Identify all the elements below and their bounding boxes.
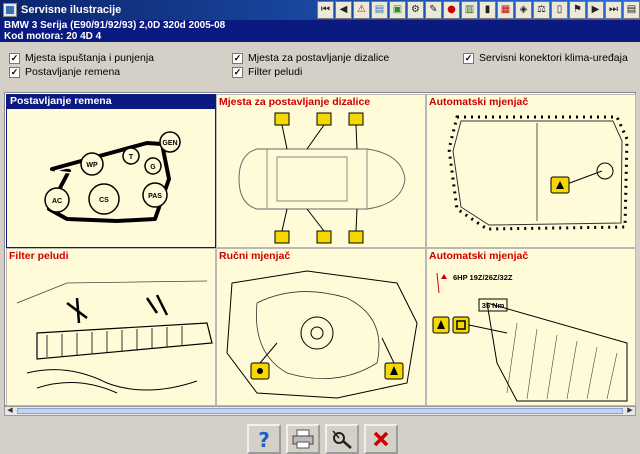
print-icon[interactable]: ▦ xyxy=(497,1,514,19)
gearbox-pan-diagram xyxy=(447,115,629,231)
engine-code: Kod motora: 20 4D 4 xyxy=(4,31,102,42)
checkbox[interactable]: ✓ xyxy=(232,52,243,64)
pulley-t-label: T xyxy=(129,154,134,161)
panel-automatic-gearbox-1[interactable]: Automatski mjenjač xyxy=(426,94,636,248)
option-drain-fill[interactable]: ✓ Mjesta ispuštanja i punjenja xyxy=(9,52,154,64)
last-icon[interactable]: ⏭ xyxy=(605,1,622,19)
next-icon[interactable]: ▶ xyxy=(587,1,604,19)
panel-title: Filter peludi xyxy=(9,250,69,262)
pulley-pas-label: PAS xyxy=(148,193,162,200)
scroll-thumb[interactable] xyxy=(17,408,623,414)
option-label: Servisni konektori klima-uređaja xyxy=(479,52,628,64)
scroll-right-icon[interactable]: ▶ xyxy=(625,407,635,415)
engine-icon[interactable]: ◈ xyxy=(515,1,532,19)
panel-jacking-points[interactable]: Mjesta za postavljanje dizalice xyxy=(216,94,426,248)
option-label: Mjesta za postavljanje dizalice xyxy=(248,52,390,64)
option-label: Mjesta ispuštanja i punjenja xyxy=(25,52,154,64)
close-button[interactable] xyxy=(364,424,398,454)
illustration-grid: Postavljanje remena GEN WP T G AC CS PAS xyxy=(4,92,636,406)
title-bar: Servisne ilustracije ⏮ ◀ ⚠ ▤ ▣ ⚙ ✎ ● ▥ ▮… xyxy=(0,0,640,20)
vehicle-info: BMW 3 Serija (E90/91/92/93) 2,0D 320d 20… xyxy=(0,20,640,42)
toolbar: ⏮ ◀ ⚠ ▤ ▣ ⚙ ✎ ● ▥ ▮ ▦ ◈ ⚖ ▯ ⚑ ▶ ⏭ ▤ xyxy=(316,1,640,19)
app-icon xyxy=(3,3,17,17)
scale-icon[interactable]: ⚖ xyxy=(533,1,550,19)
panel-title: Automatski mjenjač xyxy=(429,250,529,262)
first-icon[interactable]: ⏮ xyxy=(317,1,334,19)
option-belt-routing[interactable]: ✓ Postavljanje remena xyxy=(9,66,120,78)
belt-diagram: GEN WP T G AC CS PAS xyxy=(44,131,181,223)
jacking-diagram xyxy=(238,112,406,244)
option-jacking-points[interactable]: ✓ Mjesta za postavljanje dizalice xyxy=(232,52,389,64)
panel-belt-routing[interactable]: Postavljanje remena GEN WP T G AC CS PAS xyxy=(6,94,216,248)
option-label: Postavljanje remena xyxy=(25,66,121,78)
warning-icon[interactable]: ⚠ xyxy=(353,1,370,19)
pulley-cs-label: CS xyxy=(99,197,109,204)
pulley-gen-label: GEN xyxy=(162,140,177,147)
image-icon[interactable]: ▣ xyxy=(389,1,406,19)
pulley-wp-label: WP xyxy=(86,162,98,169)
svg-text:?: ? xyxy=(258,428,270,450)
checkbox[interactable]: ✓ xyxy=(232,66,243,78)
category-options: ✓ Mjesta ispuštanja i punjenja ✓ Postavl… xyxy=(0,46,640,86)
stop-icon[interactable]: ● xyxy=(443,1,460,19)
battery-icon[interactable]: ▮ xyxy=(479,1,496,19)
panel-pollen-filter[interactable]: Filter peludi xyxy=(6,248,216,406)
fuse-icon[interactable]: ▯ xyxy=(551,1,568,19)
gearbox-6hp-diagram: 6HP 19Z/26Z/32Z 35 Nm xyxy=(432,272,628,402)
panel-title: Postavljanje remena xyxy=(7,95,215,109)
pulley-ac-label: AC xyxy=(52,198,62,205)
window-title: Servisne ilustracije xyxy=(21,4,122,16)
horizontal-scrollbar[interactable]: ◀ ▶ xyxy=(4,406,636,416)
servisne-ilustracije-window: Servisne ilustracije ⏮ ◀ ⚠ ▤ ▣ ⚙ ✎ ● ▥ ▮… xyxy=(0,0,640,454)
option-pollen-filter[interactable]: ✓ Filter peludi xyxy=(232,66,302,78)
checkbox[interactable]: ✓ xyxy=(9,52,20,64)
checkbox[interactable]: ✓ xyxy=(9,66,20,78)
wrench-icon[interactable]: ✎ xyxy=(425,1,442,19)
manual-gearbox-diagram xyxy=(226,270,418,399)
option-label: Filter peludi xyxy=(248,66,303,78)
option-ac-connectors[interactable]: ✓ Servisni konektori klima-uređaja xyxy=(463,52,628,64)
panel-title: Mjesta za postavljanje dizalice xyxy=(219,96,371,108)
pulley-g-label: G xyxy=(150,164,156,171)
print-button[interactable] xyxy=(286,424,320,454)
chart-icon[interactable]: ▥ xyxy=(461,1,478,19)
book-icon[interactable]: ▤ xyxy=(371,1,388,19)
pollen-filter-diagram xyxy=(16,280,213,394)
lock-icon[interactable]: ▤ xyxy=(623,1,640,19)
gear-icon[interactable]: ⚙ xyxy=(407,1,424,19)
torque-label: 35 Nm xyxy=(482,301,505,310)
gearbox-type-label: 6HP 19Z/26Z/32Z xyxy=(453,273,513,282)
scroll-left-icon[interactable]: ◀ xyxy=(5,407,15,415)
help-icon: ? xyxy=(258,428,270,450)
bottom-toolbar: ? xyxy=(0,422,640,454)
tool-icon xyxy=(332,430,352,449)
panel-manual-gearbox[interactable]: Ručni mjenjač xyxy=(216,248,426,406)
prev-icon[interactable]: ◀ xyxy=(335,1,352,19)
printer-icon xyxy=(292,429,314,449)
close-icon xyxy=(373,431,389,447)
panel-title: Automatski mjenjač xyxy=(429,96,529,108)
panel-automatic-gearbox-2[interactable]: Automatski mjenjač 6HP 19Z/26Z/32Z 35 Nm xyxy=(426,248,636,406)
flag-icon[interactable]: ⚑ xyxy=(569,1,586,19)
tool-button[interactable] xyxy=(325,424,359,454)
vehicle-model: BMW 3 Serija (E90/91/92/93) 2,0D 320d 20… xyxy=(4,20,226,31)
help-button[interactable]: ? xyxy=(247,424,281,454)
checkbox[interactable]: ✓ xyxy=(463,52,474,64)
panel-title: Ručni mjenjač xyxy=(219,250,291,262)
